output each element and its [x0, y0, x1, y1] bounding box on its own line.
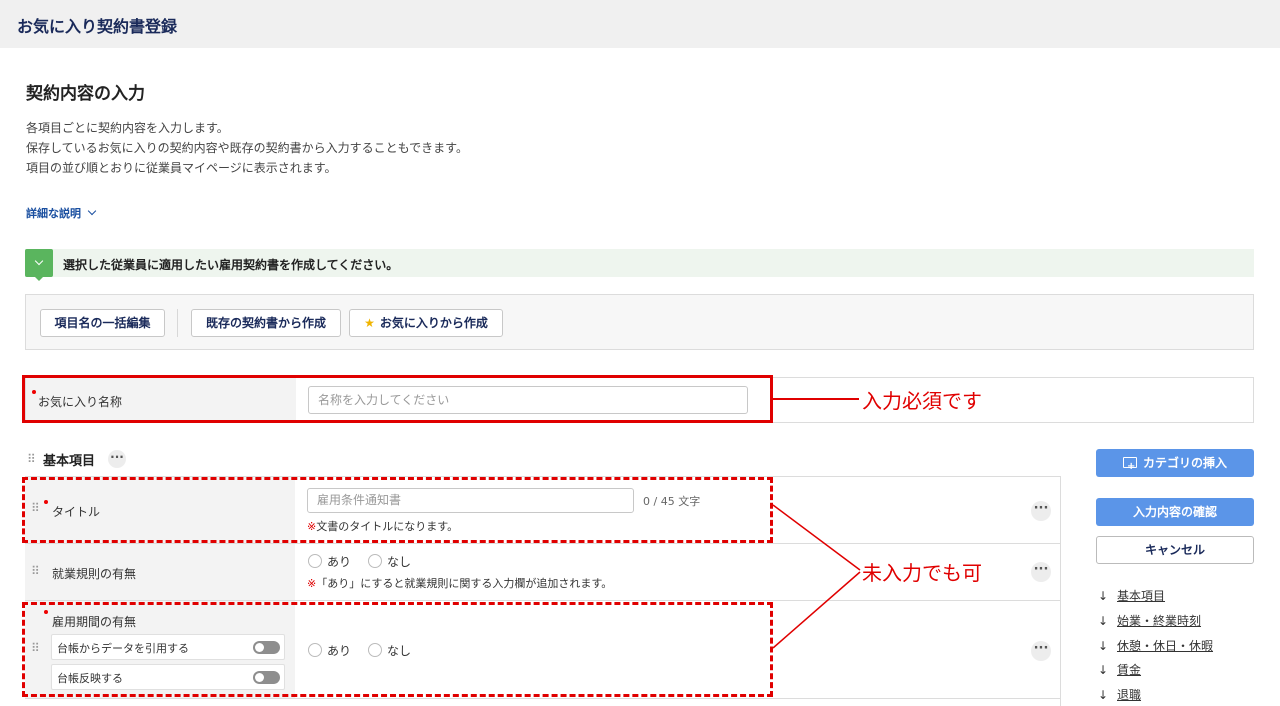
annotation-line	[773, 398, 859, 400]
action-toolbar: 項目名の一括編集 既存の契約書から作成 ★ お気に入りから作成	[25, 294, 1254, 350]
chevron-down-icon	[87, 206, 97, 216]
create-from-favorite-label: お気に入りから作成	[379, 316, 488, 330]
nav-link-label: 始業・終業時刻	[1117, 614, 1202, 628]
optional-highlight-box-period	[22, 602, 773, 697]
drag-handle-icon[interactable]: ⠿	[27, 452, 36, 466]
row-more-icon[interactable]: ···	[1031, 501, 1051, 521]
detail-explanation-link[interactable]: 詳細な説明	[26, 205, 97, 221]
arrow-down-icon: ↓	[1098, 614, 1109, 628]
row-label-cell: ⠿ 就業規則の有無	[25, 544, 295, 600]
nav-link-label: 退職	[1117, 688, 1142, 702]
create-from-existing-button[interactable]: 既存の契約書から作成	[191, 309, 341, 337]
cancel-button[interactable]: キャンセル	[1096, 536, 1254, 564]
nav-link-label: 基本項目	[1117, 589, 1166, 603]
section-description: 各項目ごとに契約内容を入力します。 保存しているお気に入りの契約内容や既存の契約…	[26, 118, 468, 178]
work-rules-hint-text: 「あり」にすると就業規則に関する入力欄が追加されます。	[316, 577, 613, 590]
insert-category-button[interactable]: カテゴリの挿入	[1096, 449, 1254, 481]
arrow-down-icon: ↓	[1098, 688, 1109, 702]
arrow-down-icon: ↓	[1098, 589, 1109, 603]
required-annotation: 入力必須です	[862, 389, 982, 413]
toolbar-divider	[177, 309, 178, 337]
optional-annotation: 未入力でも可	[862, 561, 982, 585]
nav-link-retirement[interactable]: ↓ 退職	[1098, 686, 1141, 703]
row-more-icon[interactable]: ···	[1031, 562, 1051, 582]
folder-plus-icon	[1122, 453, 1137, 481]
detail-link-label: 詳細な説明	[26, 207, 81, 220]
description-line: 保存しているお気に入りの契約内容や既存の契約書から入力することもできます。	[26, 141, 468, 155]
bulk-edit-button[interactable]: 項目名の一括編集	[40, 309, 165, 337]
notice-chevron-icon[interactable]	[25, 249, 53, 281]
required-highlight-box	[22, 375, 773, 423]
page-header: お気に入り契約書登録	[0, 0, 1280, 48]
nav-link-work-hours[interactable]: ↓ 始業・終業時刻	[1098, 612, 1201, 629]
page-title: お気に入り契約書登録	[17, 17, 178, 36]
nav-link-breaks-holidays[interactable]: ↓ 休憩・休日・休暇	[1098, 637, 1213, 654]
group-title: 基本項目	[43, 454, 96, 469]
hint-mark: ※	[307, 577, 317, 590]
work-rules-no-label: なし	[387, 555, 412, 569]
insert-category-label: カテゴリの挿入	[1142, 456, 1227, 470]
work-rules-yes-label: あり	[327, 555, 352, 569]
work-rules-no-radio[interactable]	[368, 554, 382, 568]
optional-highlight-box-title	[22, 477, 773, 543]
work-rules-hint: ※「あり」にすると就業規則に関する入力欄が追加されます。	[307, 575, 612, 591]
nav-link-label: 賃金	[1117, 663, 1142, 677]
arrow-down-icon: ↓	[1098, 663, 1109, 677]
confirm-button[interactable]: 入力内容の確認	[1096, 498, 1254, 526]
description-line: 各項目ごとに契約内容を入力します。	[26, 121, 229, 135]
create-from-favorite-button[interactable]: ★ お気に入りから作成	[349, 309, 503, 337]
nav-link-label: 休憩・休日・休暇	[1117, 639, 1214, 653]
work-rules-yes-radio[interactable]	[308, 554, 322, 568]
drag-handle-icon[interactable]: ⠿	[31, 564, 40, 578]
arrow-down-icon: ↓	[1098, 639, 1109, 653]
notice-text: 選択した従業員に適用したい雇用契約書を作成してください。	[63, 258, 399, 272]
work-rules-label: 就業規則の有無	[52, 567, 137, 581]
notice-banner: 選択した従業員に適用したい雇用契約書を作成してください。	[25, 249, 1254, 281]
nav-link-basic[interactable]: ↓ 基本項目	[1098, 587, 1165, 604]
section-title: 契約内容の入力	[26, 84, 145, 104]
star-icon: ★	[364, 316, 375, 330]
description-line: 項目の並び順とおりに従業員マイページに表示されます。	[26, 161, 337, 175]
group-more-icon[interactable]: ···	[108, 450, 126, 468]
row-more-icon[interactable]: ···	[1031, 641, 1051, 661]
nav-link-wages[interactable]: ↓ 賃金	[1098, 661, 1141, 678]
